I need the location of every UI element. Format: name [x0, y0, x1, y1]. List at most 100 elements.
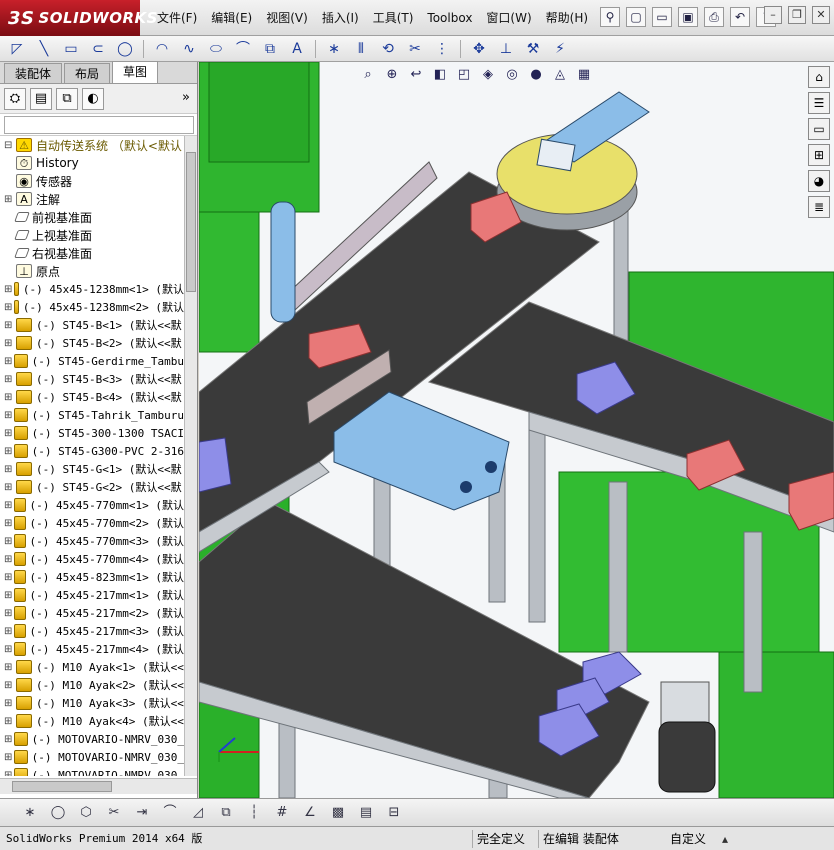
menu-item[interactable]: 视图(V) [259, 6, 315, 30]
new-document-icon[interactable]: ▢ [626, 7, 646, 27]
menu-item[interactable]: 文件(F) [150, 6, 204, 30]
tree-item[interactable]: 前视基准面 [0, 208, 184, 226]
menu-item[interactable]: 窗口(W) [479, 6, 538, 30]
relations-icon[interactable]: ⊥ [495, 39, 517, 59]
assembly-model[interactable] [199, 62, 834, 798]
fillet-icon[interactable]: ⌒ [160, 803, 180, 823]
tab-1[interactable]: 装配体 [4, 63, 63, 83]
expand-icon[interactable]: ⊞ [4, 572, 12, 583]
display-style-icon[interactable]: ◈ [479, 66, 497, 84]
status-units[interactable]: 自定义 [668, 830, 748, 848]
tree-component[interactable]: ⊞ (-) ST45-Gerdirme_Tambu [0, 352, 184, 370]
expand-icon[interactable]: ⊞ [4, 500, 12, 511]
tree-horizontal-scrollbar[interactable] [0, 778, 197, 794]
tree-component[interactable]: ⊞ (-) 45x45-823mm<1> (默认 [0, 568, 184, 586]
spline-icon[interactable]: ∿ [178, 39, 200, 59]
tree-item[interactable]: 上视基准面 [0, 226, 184, 244]
expand-icon[interactable]: ⊞ [4, 338, 14, 349]
expand-icon[interactable]: ⊞ [4, 302, 12, 313]
file-explorer-icon[interactable]: ▭ [808, 118, 830, 140]
expand-icon[interactable]: ⊞ [4, 428, 12, 439]
tree-component[interactable]: ⊞ (-) 45x45-770mm<1> (默认 [0, 496, 184, 514]
expand-icon[interactable]: ⊞ [4, 662, 14, 673]
expand-icon[interactable]: ⊞ [4, 590, 12, 601]
restore-icon[interactable]: ❐ [788, 6, 806, 24]
previous-view-icon[interactable]: ↩ [407, 66, 425, 84]
horizontal-scroll-thumb[interactable] [12, 781, 112, 792]
line-icon[interactable]: ╲ [33, 39, 55, 59]
expand-icon[interactable]: ⊞ [4, 320, 14, 331]
tree-root[interactable]: ⊟ ⚠ 自动传送系统 （默认<默认 [0, 136, 184, 154]
tree-component[interactable]: ⊞ (-) MOTOVARIO-NMRV_030_ [0, 748, 184, 766]
expand-icon[interactable]: ⊞ [4, 626, 12, 637]
tree-component[interactable]: ⊞ (-) ST45-Tahrik_Tamburu [0, 406, 184, 424]
appearance-icon[interactable]: ● [527, 66, 545, 84]
expand-icon[interactable]: ⊞ [4, 482, 14, 493]
tree-component[interactable]: ⊞ (-) MOTOVARIO-NMRV_030_ [0, 766, 184, 776]
tree-component[interactable]: ⊞ (-) ST45-B<3> (默认<<默 [0, 370, 184, 388]
tree-item[interactable]: ⏱ History [0, 154, 184, 172]
menu-item[interactable]: 编辑(E) [204, 6, 259, 30]
rapid-sketch-icon[interactable]: ⚡ [549, 39, 571, 59]
hide-show-icon[interactable]: ◎ [503, 66, 521, 84]
tree-component[interactable]: ⊞ (-) MOTOVARIO-NMRV_030_ [0, 730, 184, 748]
polygon-icon[interactable]: ⬡ [76, 803, 96, 823]
undo-icon[interactable]: ↶ [730, 7, 750, 27]
tree-component[interactable]: ⊞ (-) 45x45-217mm<1> (默认 [0, 586, 184, 604]
point-icon[interactable]: ∗ [323, 39, 345, 59]
move-icon[interactable]: ✥ [468, 39, 490, 59]
circle-icon[interactable]: ◯ [114, 39, 136, 59]
tree-component[interactable]: ⊞ (-) 45x45-217mm<2> (默认 [0, 604, 184, 622]
expand-icon[interactable]: ⊞ [4, 410, 12, 421]
rectangle-icon[interactable]: ▭ [60, 39, 82, 59]
home-icon[interactable]: ⌂ [808, 66, 830, 88]
expand-icon[interactable]: ⊞ [4, 464, 14, 475]
menu-item[interactable]: Toolbox [420, 6, 479, 30]
circle-icon[interactable]: ◯ [48, 803, 68, 823]
tree-component[interactable]: ⊞ (-) ST45-B<2> (默认<<默 [0, 334, 184, 352]
tree-component[interactable]: ⊞ (-) 45x45-1238mm<2> (默认 [0, 298, 184, 316]
expand-icon[interactable]: ⊞ [4, 680, 14, 691]
tree-item[interactable]: ⊞ A 注解 [0, 190, 184, 208]
tree-vertical-scrollbar[interactable] [184, 136, 197, 776]
collapse-icon[interactable]: ⊟ [4, 140, 14, 151]
tree-component[interactable]: ⊞ (-) 45x45-217mm<3> (默认 [0, 622, 184, 640]
text-icon[interactable]: A [286, 39, 308, 59]
units-caret-icon[interactable]: ▴ [722, 830, 728, 848]
pushpin-icon[interactable]: ⚲ [600, 7, 620, 27]
zoom-area-icon[interactable]: ⊕ [383, 66, 401, 84]
tree-component[interactable]: ⊞ (-) ST45-B<1> (默认<<默 [0, 316, 184, 334]
tree-component[interactable]: ⊞ (-) ST45-G<1> (默认<<默 [0, 460, 184, 478]
offset-icon[interactable]: ⧉ [259, 39, 281, 59]
view-settings-icon[interactable]: ▦ [575, 66, 593, 84]
print-icon[interactable]: ⎙ [704, 7, 724, 27]
arc-icon[interactable]: ◠ [151, 39, 173, 59]
expand-icon[interactable]: ⊞ [4, 698, 14, 709]
expand-icon[interactable]: ⊞ [4, 554, 12, 565]
slot-icon[interactable]: ⊂ [87, 39, 109, 59]
view-orientation-icon[interactable]: ◰ [455, 66, 473, 84]
point-icon[interactable]: ∗ [20, 803, 40, 823]
property-manager-icon[interactable]: ▤ [30, 87, 52, 110]
ellipse-icon[interactable]: ⬭ [205, 39, 227, 59]
grid-icon[interactable]: # [272, 803, 292, 823]
minimize-icon[interactable]: – [764, 6, 782, 24]
expand-icon[interactable]: ⊞ [4, 536, 12, 547]
convert-icon[interactable]: ⟲ [377, 39, 399, 59]
table-icon[interactable]: ⊟ [384, 803, 404, 823]
expand-icon[interactable]: ⊞ [4, 446, 12, 457]
expand-icon[interactable]: ⊞ [4, 392, 14, 403]
expand-panel-icon[interactable]: » [175, 88, 197, 110]
tree-component[interactable]: ⊞ (-) M10 Ayak<2> (默认<< [0, 676, 184, 694]
expand-icon[interactable]: ⊞ [4, 374, 14, 385]
open-folder-icon[interactable]: ▭ [652, 7, 672, 27]
fillet-icon[interactable]: ⌒ [232, 39, 254, 59]
menu-item[interactable]: 帮助(H) [539, 6, 595, 30]
section-view-icon[interactable]: ◧ [431, 66, 449, 84]
expand-icon[interactable]: ⊞ [4, 284, 12, 295]
tree-component[interactable]: ⊞ (-) ST45-G300-PVC 2-316 [0, 442, 184, 460]
scene-icon[interactable]: ◬ [551, 66, 569, 84]
save-icon[interactable]: ▣ [678, 7, 698, 27]
appearances-icon[interactable]: ◕ [808, 170, 830, 192]
tree-item[interactable]: 右视基准面 [0, 244, 184, 262]
